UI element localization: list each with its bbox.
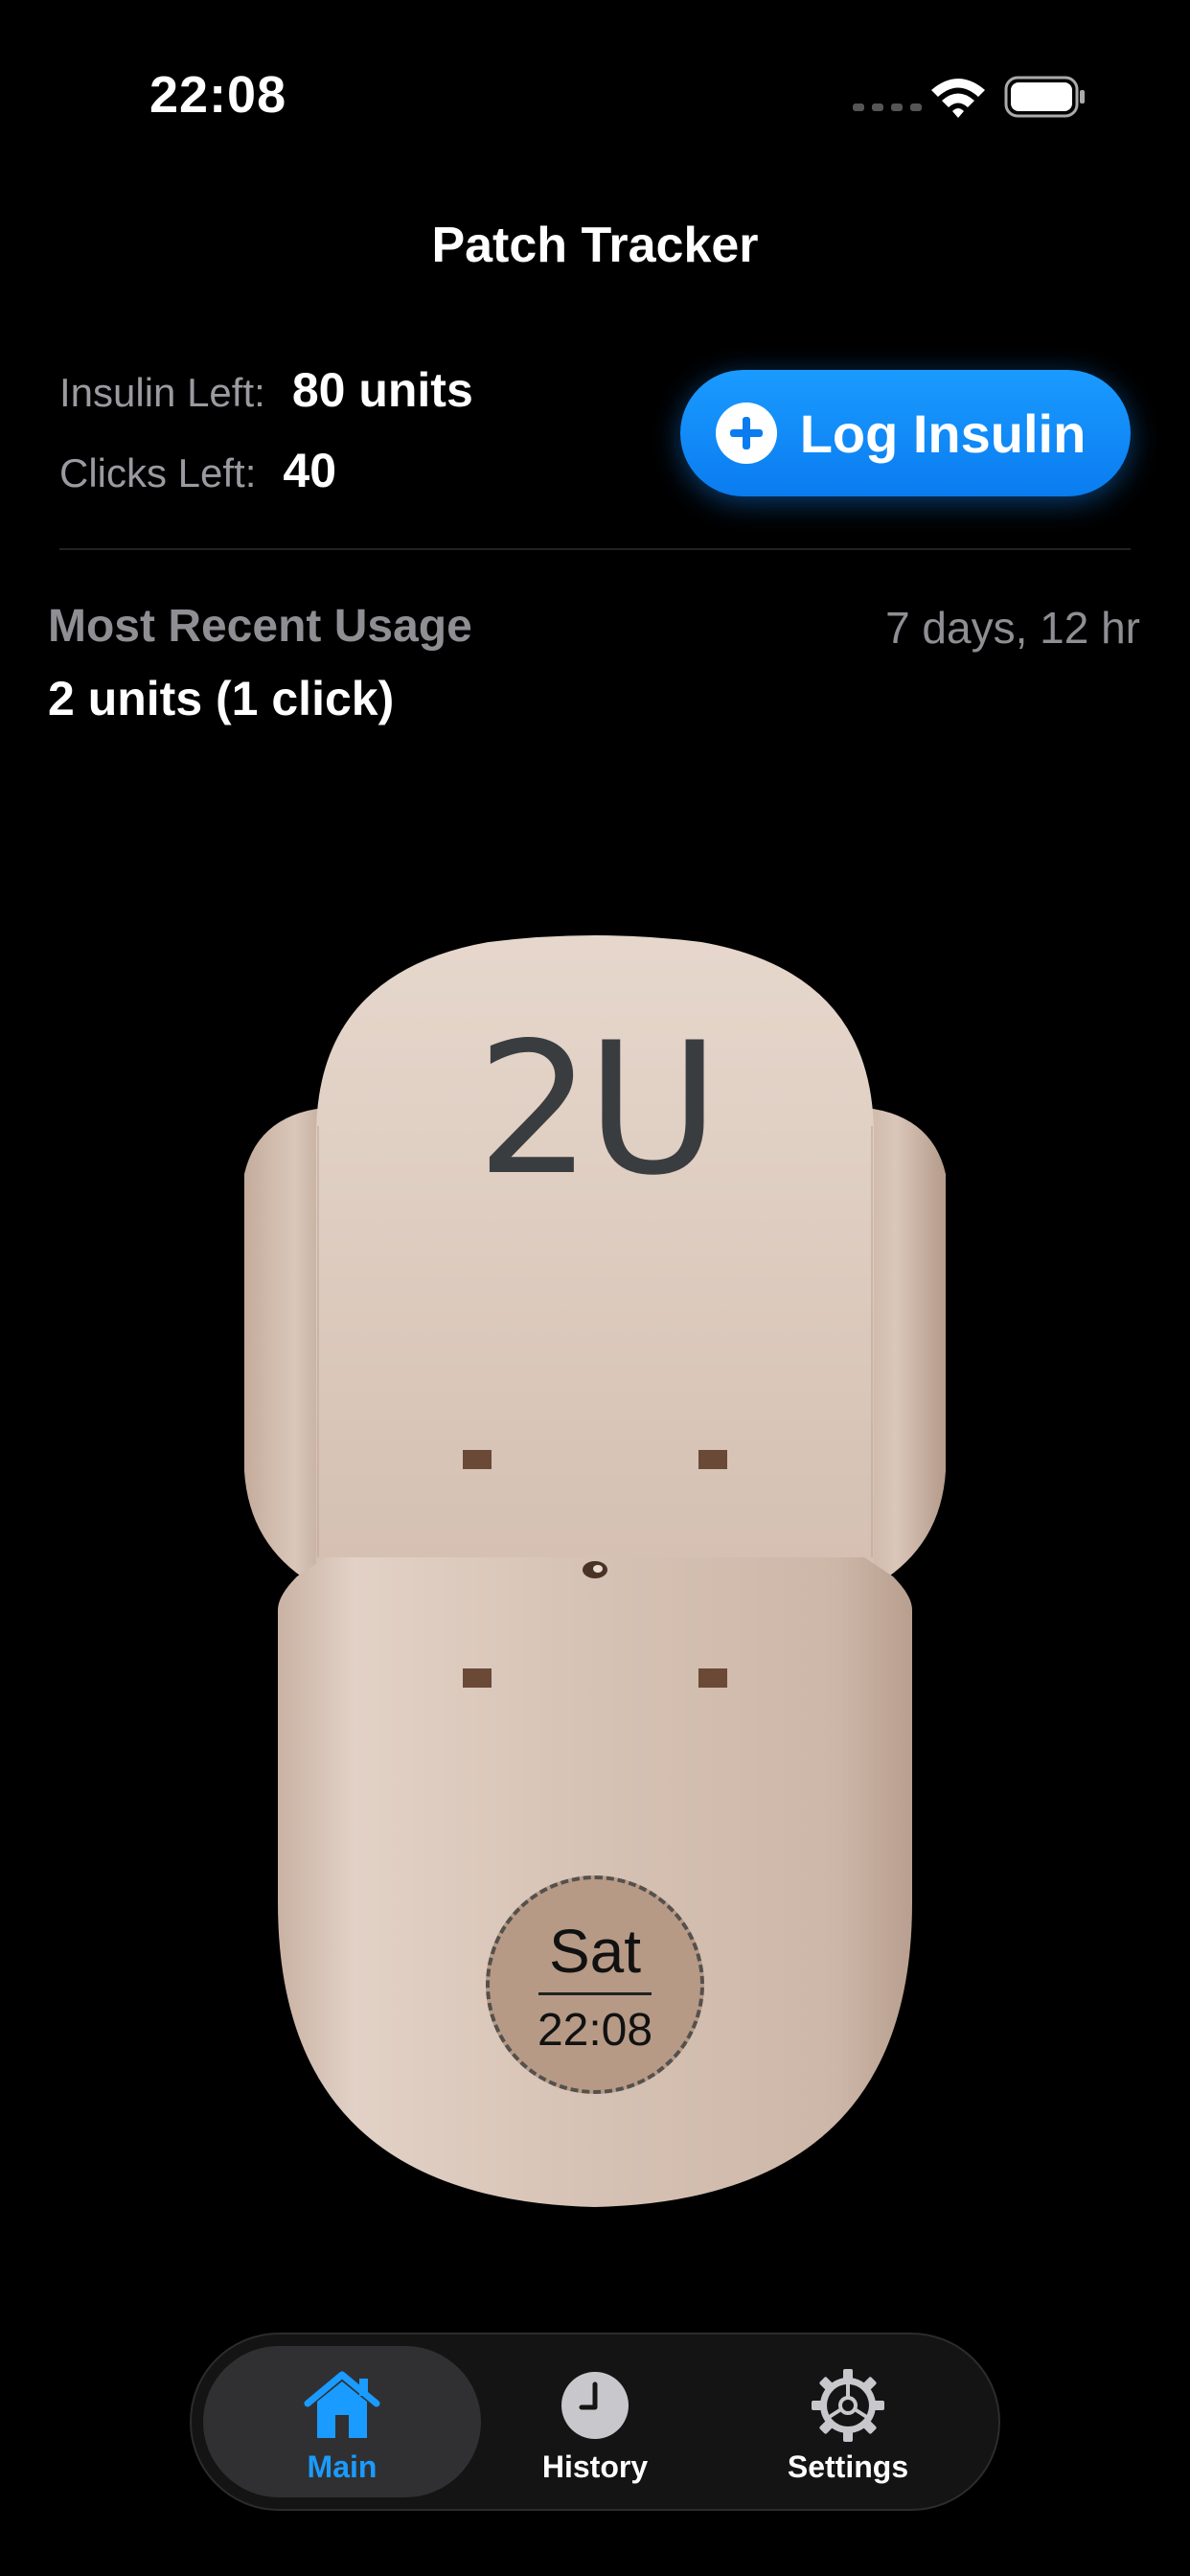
cellular-dots-icon bbox=[853, 104, 922, 111]
tab-settings[interactable]: Settings bbox=[709, 2346, 987, 2497]
tab-history-label: History bbox=[541, 2450, 649, 2484]
battery-icon bbox=[1004, 76, 1085, 118]
page-title: Patch Tracker bbox=[431, 218, 759, 273]
wifi-icon bbox=[931, 79, 985, 118]
recent-usage-title: Most Recent Usage bbox=[48, 601, 472, 652]
recent-usage-value: 2 units (1 click) bbox=[48, 672, 395, 725]
clock-divider bbox=[538, 1992, 652, 1995]
plus-circle-icon bbox=[715, 402, 777, 464]
status-time: 22:08 bbox=[149, 66, 287, 124]
clicks-left-label: Clicks Left: bbox=[59, 450, 257, 495]
insulin-left-label: Insulin Left: bbox=[59, 370, 265, 415]
insulin-left-row: Insulin Left: 80 units bbox=[59, 362, 473, 443]
device-day: Sat bbox=[548, 1917, 642, 1986]
house-icon bbox=[304, 2371, 380, 2438]
clock-icon bbox=[561, 2372, 629, 2439]
clicks-left-row: Clicks Left: 40 bbox=[59, 443, 473, 523]
status-bar: 22:08 bbox=[0, 0, 1190, 192]
device-dose-label: 2U bbox=[476, 1003, 720, 1215]
device-time: 22:08 bbox=[537, 2005, 653, 2056]
log-insulin-label: Log Insulin bbox=[799, 402, 1087, 464]
tab-settings-label: Settings bbox=[787, 2450, 909, 2484]
clicks-left-value: 40 bbox=[283, 444, 337, 497]
log-insulin-button[interactable]: Log Insulin bbox=[680, 370, 1131, 496]
tab-main[interactable]: Main bbox=[203, 2346, 481, 2497]
patch-device[interactable]: 2U Sat 22:08 bbox=[240, 934, 950, 2209]
tab-main-label: Main bbox=[307, 2450, 378, 2484]
recent-usage-age: 7 days, 12 hr bbox=[885, 603, 1140, 653]
divider bbox=[59, 548, 1131, 550]
stats-panel: Insulin Left: 80 units Clicks Left: 40 bbox=[59, 362, 473, 523]
tab-bar: Main History Settings bbox=[190, 2333, 1000, 2511]
insulin-left-value: 80 units bbox=[291, 363, 473, 417]
device-time-badge: Sat 22:08 bbox=[486, 1875, 704, 2094]
tab-history[interactable]: History bbox=[456, 2346, 734, 2497]
gear-icon bbox=[812, 2369, 884, 2442]
